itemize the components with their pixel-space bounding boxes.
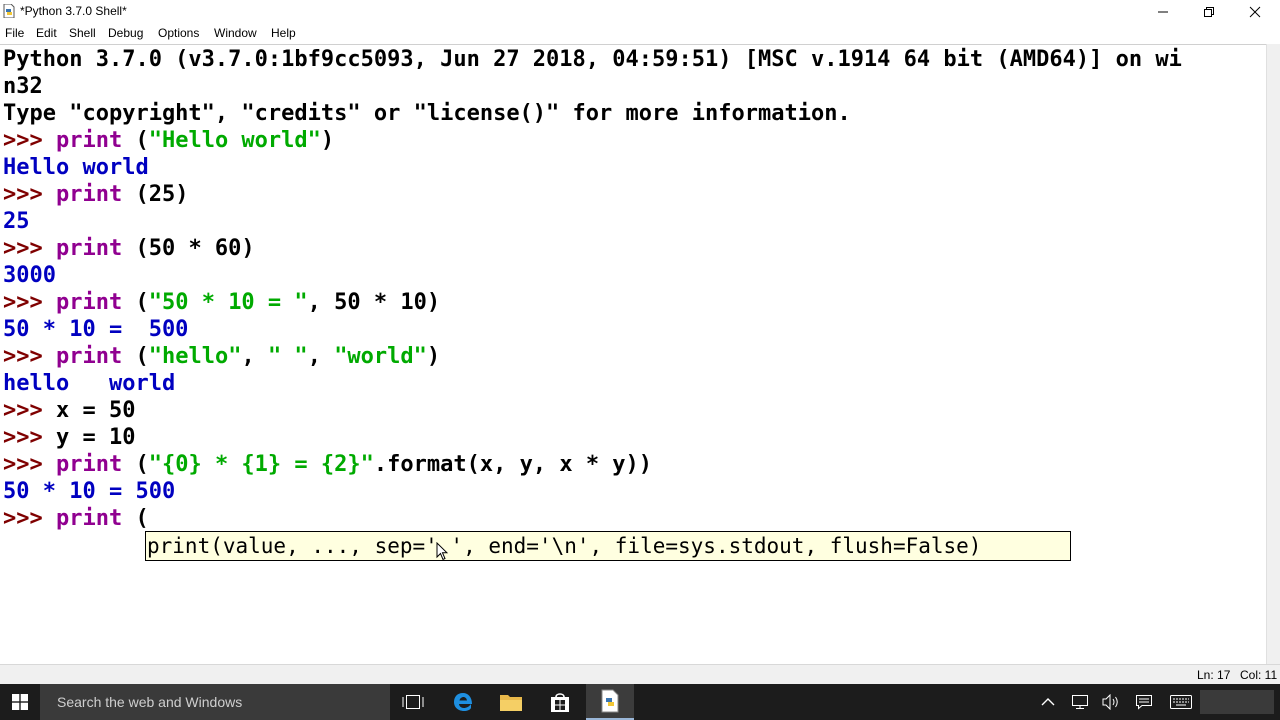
python-idle-button[interactable] bbox=[586, 684, 634, 720]
output-line: 50 * 10 = 500 bbox=[3, 479, 176, 504]
output-line: 25 bbox=[3, 209, 30, 234]
input-line: >>> print ("Hello world") bbox=[3, 128, 335, 153]
input-method-button[interactable] bbox=[1170, 693, 1192, 711]
search-box[interactable]: Search the web and Windows bbox=[40, 684, 390, 720]
search-placeholder: Search the web and Windows bbox=[57, 694, 243, 710]
show-hidden-icons-button[interactable] bbox=[1039, 693, 1057, 711]
prompt: >>> bbox=[3, 236, 56, 261]
banner-line: n32 bbox=[3, 74, 43, 99]
prompt: >>> bbox=[3, 425, 56, 450]
input-line: >>> print (50 * 60) bbox=[3, 236, 255, 261]
mouse-cursor-icon bbox=[436, 542, 448, 561]
task-view-icon bbox=[402, 695, 424, 709]
edge-icon bbox=[454, 693, 472, 711]
menu-window[interactable]: Window bbox=[214, 26, 257, 40]
start-button[interactable] bbox=[0, 684, 40, 720]
volume-button[interactable] bbox=[1102, 693, 1120, 711]
input-line: >>> y = 10 bbox=[3, 425, 136, 450]
output-line: 50 * 10 = 500 bbox=[3, 317, 189, 342]
taskbar: Search the web and Windows bbox=[0, 684, 1280, 720]
file-explorer-button[interactable] bbox=[487, 684, 535, 720]
file-explorer-icon bbox=[500, 695, 522, 711]
prompt: >>> bbox=[3, 290, 56, 315]
python-idle-icon bbox=[601, 689, 619, 713]
prompt: >>> bbox=[3, 452, 56, 477]
vertical-scrollbar[interactable] bbox=[1266, 44, 1280, 664]
task-view-button[interactable] bbox=[389, 684, 437, 720]
notification-icon bbox=[1136, 695, 1152, 710]
output-line: 3000 bbox=[3, 263, 56, 288]
calltip-tooltip: print(value, ..., sep=' ', end='\n', fil… bbox=[145, 531, 1071, 561]
network-button[interactable] bbox=[1071, 693, 1089, 711]
banner-line: Python 3.7.0 (v3.7.0:1bf9cc5093, Jun 27 … bbox=[3, 47, 1182, 72]
close-icon bbox=[1249, 6, 1261, 18]
python-file-icon bbox=[3, 4, 15, 18]
column-number: Col: 11 bbox=[1240, 668, 1278, 682]
status-bar: Ln: 17 Col: 11 bbox=[0, 664, 1280, 685]
menu-edit[interactable]: Edit bbox=[36, 26, 57, 40]
close-button[interactable] bbox=[1232, 0, 1278, 24]
title-bar: *Python 3.7.0 Shell* bbox=[0, 0, 1280, 24]
restore-button[interactable] bbox=[1186, 0, 1232, 24]
menu-bar: File Edit Shell Debug Options Window Hel… bbox=[0, 24, 1280, 43]
window-title: *Python 3.7.0 Shell* bbox=[20, 4, 127, 18]
shell-text-area[interactable]: Python 3.7.0 (v3.7.0:1bf9cc5093, Jun 27 … bbox=[0, 44, 1266, 665]
restore-icon bbox=[1204, 7, 1214, 17]
keyboard-icon bbox=[1170, 695, 1192, 709]
prompt: >>> bbox=[3, 182, 56, 207]
line-number: Ln: 17 bbox=[1197, 668, 1231, 682]
current-input-line[interactable]: >>> print ( bbox=[3, 505, 149, 532]
input-line: >>> print (25) bbox=[3, 182, 189, 207]
input-line: >>> print ("50 * 10 = ", 50 * 10) bbox=[3, 290, 441, 315]
chevron-up-icon bbox=[1041, 698, 1055, 706]
store-icon bbox=[551, 693, 569, 712]
menu-file[interactable]: File bbox=[5, 26, 24, 40]
input-line: >>> print ("{0} * {1} = {2}".format(x, y… bbox=[3, 452, 653, 477]
volume-icon bbox=[1102, 694, 1118, 710]
menu-options[interactable]: Options bbox=[158, 26, 199, 40]
menu-shell[interactable]: Shell bbox=[69, 26, 96, 40]
output-line: Hello world bbox=[3, 155, 149, 180]
banner-line: Type "copyright", "credits" or "license(… bbox=[3, 101, 851, 126]
prompt: >>> bbox=[3, 506, 56, 531]
input-line: >>> print ("hello", " ", "world") bbox=[3, 344, 441, 369]
prompt: >>> bbox=[3, 344, 56, 369]
minimize-icon bbox=[1158, 11, 1168, 13]
action-center-button[interactable] bbox=[1135, 693, 1153, 711]
network-icon bbox=[1072, 695, 1088, 709]
store-button[interactable] bbox=[536, 684, 584, 720]
clock-area[interactable] bbox=[1200, 690, 1274, 714]
menu-help[interactable]: Help bbox=[271, 26, 296, 40]
output-line: hello world bbox=[3, 371, 176, 396]
prompt: >>> bbox=[3, 128, 56, 153]
menu-debug[interactable]: Debug bbox=[108, 26, 143, 40]
minimize-button[interactable] bbox=[1140, 0, 1186, 24]
prompt: >>> bbox=[3, 398, 56, 423]
input-line: >>> x = 50 bbox=[3, 398, 136, 423]
windows-start-icon bbox=[12, 694, 28, 710]
edge-button[interactable] bbox=[439, 684, 487, 720]
